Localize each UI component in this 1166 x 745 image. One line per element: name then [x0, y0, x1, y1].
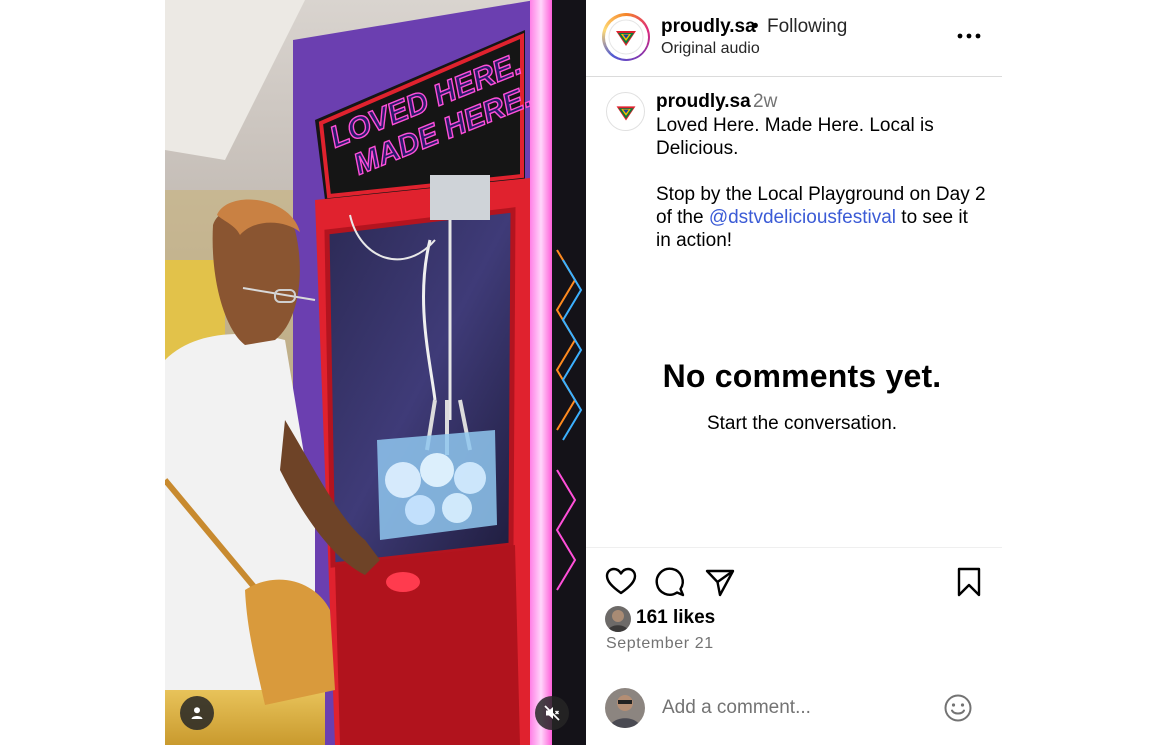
caption-timestamp[interactable]: 2w	[753, 91, 777, 113]
liker-avatar-image	[605, 606, 631, 632]
proudly-sa-logo-icon	[616, 105, 635, 120]
post-header: proudly.sa • Following Original audio	[586, 0, 1002, 77]
bookmark-icon[interactable]	[953, 566, 985, 598]
proudly-sa-logo-icon	[608, 19, 644, 55]
caption-paragraph-2: Stop by the Local Playground on Day 2 of…	[656, 183, 986, 252]
caption-text: Loved Here. Made Here. Local is Deliciou…	[656, 114, 986, 252]
caption-paragraph-1: Loved Here. Made Here. Local is Deliciou…	[656, 115, 934, 159]
liker-avatar[interactable]	[605, 606, 631, 632]
likes-count[interactable]: 161 likes	[636, 607, 715, 629]
user-icon	[191, 707, 203, 719]
mute-toggle-button[interactable]	[535, 696, 569, 730]
post-photo: LOVED HERE. MADE HERE.	[165, 0, 586, 745]
post-details-panel: proudly.sa • Following Original audio pr…	[586, 0, 1002, 745]
more-options-icon[interactable]	[955, 26, 983, 46]
caption-avatar[interactable]	[606, 92, 645, 131]
add-comment-bar	[586, 675, 1002, 745]
story-ring-avatar[interactable]	[602, 13, 650, 61]
mention-link[interactable]: @dstvdeliciousfestival	[709, 207, 896, 228]
post-actions: 161 likes September 21	[586, 547, 1002, 675]
current-user-avatar	[605, 688, 645, 728]
no-comments-title: No comments yet.	[662, 358, 942, 394]
comment-icon[interactable]	[654, 566, 686, 598]
heart-icon[interactable]	[605, 566, 637, 598]
comment-input[interactable]	[662, 695, 932, 721]
smiley-icon[interactable]	[943, 693, 973, 723]
following-button[interactable]: Following	[767, 16, 847, 38]
caption-username[interactable]: proudly.sa	[656, 91, 751, 113]
sound-off-icon	[544, 705, 560, 721]
header-separator: •	[752, 16, 759, 37]
header-username[interactable]: proudly.sa	[661, 16, 756, 38]
post-date[interactable]: September 21	[606, 635, 714, 653]
empty-comments-state: No comments yet. Start the conversation.	[586, 358, 1002, 435]
share-icon[interactable]	[704, 566, 736, 598]
post-media[interactable]: LOVED HERE. MADE HERE.	[165, 0, 586, 745]
current-user-avatar-image	[605, 688, 645, 728]
original-audio-link[interactable]: Original audio	[661, 40, 760, 58]
no-comments-subtitle: Start the conversation.	[706, 413, 898, 434]
tagged-users-button[interactable]	[180, 696, 214, 730]
